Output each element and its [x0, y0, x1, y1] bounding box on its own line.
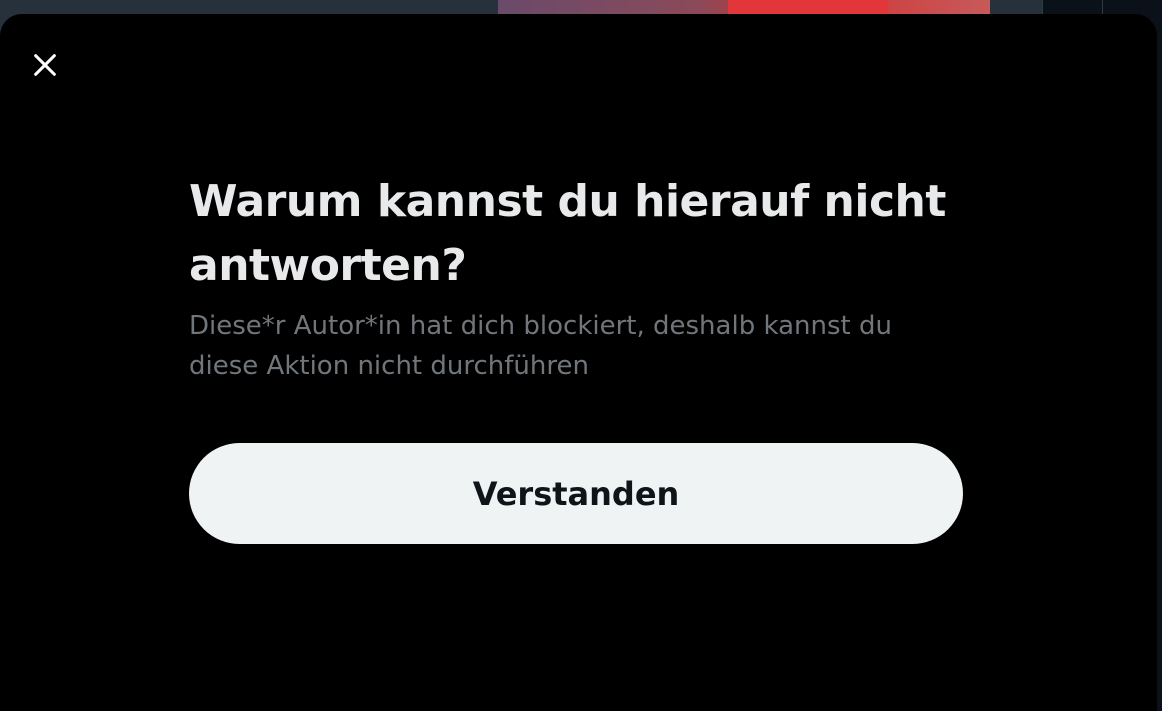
dialog-title: Warum kannst du hierauf nicht antworten? [189, 176, 946, 291]
dialog-content: Warum kannst du hierauf nicht antworten?… [189, 170, 963, 386]
close-button[interactable] [22, 42, 68, 88]
close-icon [34, 54, 56, 76]
dialog-message: Diese*r Autor*in hat dich blockiert, des… [189, 311, 892, 381]
confirm-button[interactable]: Verstanden [189, 443, 963, 544]
